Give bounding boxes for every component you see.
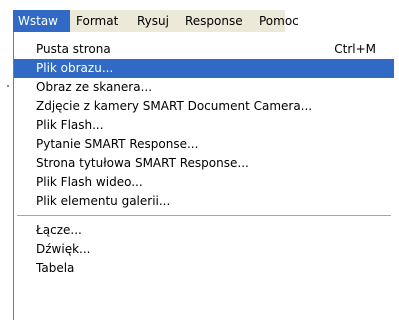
menu-item-label: Obraz ze skanera... bbox=[36, 80, 153, 94]
window-edge-mark bbox=[7, 85, 9, 87]
menu-bar: Wstaw Format Rysuj Response Pomoc bbox=[13, 10, 299, 33]
menu-item-label: Łącze... bbox=[36, 223, 82, 237]
menu-item-label: Zdjęcie z kamery SMART Document Camera..… bbox=[36, 99, 313, 113]
menu-item-obraz-ze-skanera[interactable]: Obraz ze skanera... bbox=[14, 78, 394, 97]
menu-item-label: Plik Flash wideo... bbox=[36, 175, 143, 189]
menu-item-label: Plik elementu galerii... bbox=[36, 194, 171, 208]
menu-item-plik-flash[interactable]: Plik Flash... bbox=[14, 116, 394, 135]
menu-item-plik-obrazu[interactable]: Plik obrazu... bbox=[14, 59, 394, 78]
menu-item-plik-elementu-galerii[interactable]: Plik elementu galerii... bbox=[14, 192, 394, 211]
menu-pomoc[interactable]: Pomoc bbox=[259, 10, 299, 32]
menu-item-plik-flash-wideo[interactable]: Plik Flash wideo... bbox=[14, 173, 394, 192]
menu-item-label: Plik obrazu... bbox=[36, 61, 114, 75]
menu-item-zdjecie-z-kamery[interactable]: Zdjęcie z kamery SMART Document Camera..… bbox=[14, 97, 394, 116]
menu-item-lacze[interactable]: Łącze... bbox=[14, 221, 394, 240]
menu-separator bbox=[17, 215, 391, 217]
menu-item-shortcut: Ctrl+M bbox=[334, 42, 376, 56]
menu-item-strona-tytulowa[interactable]: Strona tytułowa SMART Response... bbox=[14, 154, 394, 173]
menu-format[interactable]: Format bbox=[76, 10, 118, 32]
menu-rysuj[interactable]: Rysuj bbox=[137, 10, 169, 32]
menu-item-tabela[interactable]: Tabela bbox=[14, 259, 394, 278]
menu-item-pytanie-smart-response[interactable]: Pytanie SMART Response... bbox=[14, 135, 394, 154]
wstaw-dropdown-menu: Pusta strona Ctrl+M Plik obrazu... Obraz… bbox=[13, 32, 399, 320]
menu-item-label: Pusta strona bbox=[36, 42, 111, 56]
menu-item-pusta-strona[interactable]: Pusta strona Ctrl+M bbox=[14, 40, 394, 59]
menu-response[interactable]: Response bbox=[185, 10, 243, 32]
menu-item-label: Dźwięk... bbox=[36, 242, 91, 256]
menu-item-label: Strona tytułowa SMART Response... bbox=[36, 156, 249, 170]
menu-wstaw[interactable]: Wstaw bbox=[13, 10, 70, 32]
menu-item-dzwiek[interactable]: Dźwięk... bbox=[14, 240, 394, 259]
menu-item-label: Plik Flash... bbox=[36, 118, 104, 132]
menu-item-label: Tabela bbox=[36, 261, 75, 275]
menu-item-label: Pytanie SMART Response... bbox=[36, 137, 199, 151]
